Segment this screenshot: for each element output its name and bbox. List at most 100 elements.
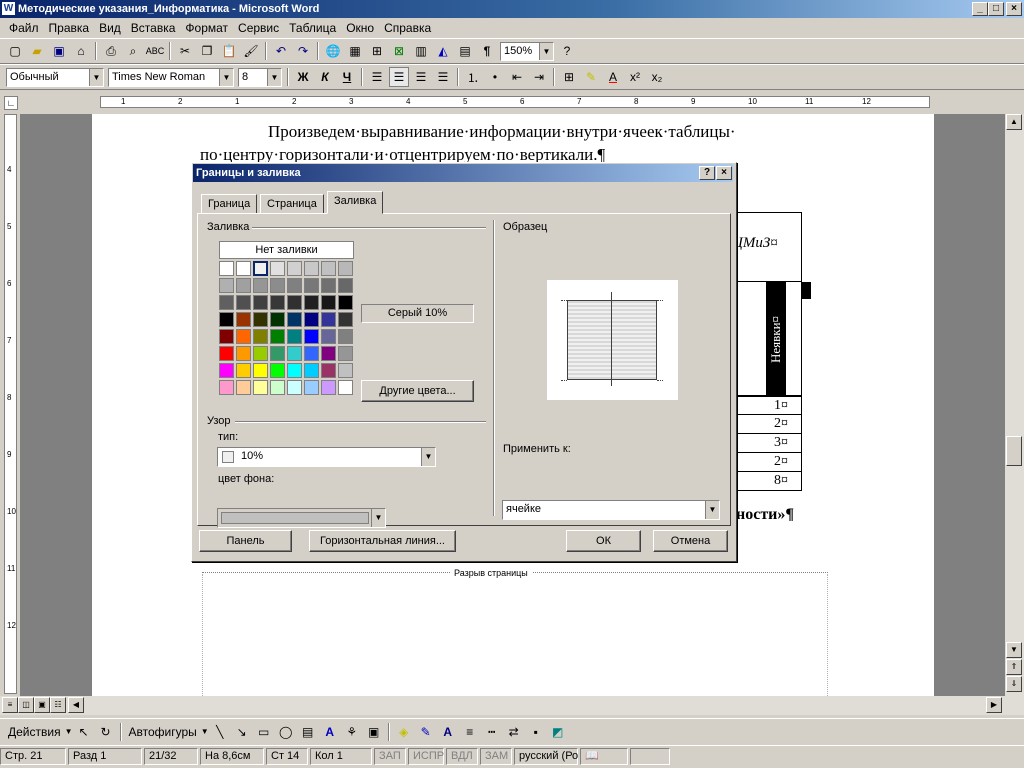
no-fill-button[interactable]: Нет заливки [219, 241, 354, 259]
color-swatch[interactable] [287, 380, 302, 395]
menu-item[interactable]: Справка [379, 21, 436, 35]
status-ext[interactable]: ВДЛ [446, 748, 478, 765]
color-swatch[interactable] [219, 363, 234, 378]
color-swatch[interactable] [287, 261, 302, 276]
color-swatch[interactable] [338, 329, 353, 344]
color-swatch[interactable] [236, 261, 251, 276]
status-trk[interactable]: ИСПР [408, 748, 444, 765]
rotate-icon[interactable]: ↻ [96, 722, 116, 742]
color-swatch[interactable] [236, 363, 251, 378]
color-swatch[interactable] [219, 346, 234, 361]
horizontal-line-button[interactable]: Горизонтальная линия... [309, 530, 456, 552]
textbox-icon[interactable]: ▤ [298, 722, 318, 742]
scroll-left-icon[interactable]: ◀ [68, 697, 84, 713]
color-swatch[interactable] [219, 380, 234, 395]
scroll-down-icon[interactable]: ▼ [1006, 642, 1022, 658]
color-swatch[interactable] [321, 363, 336, 378]
rectangle-icon[interactable]: ▭ [254, 722, 274, 742]
arrow-style-icon[interactable]: ⇄ [504, 722, 524, 742]
color-swatch[interactable] [321, 295, 336, 310]
color-swatch[interactable] [287, 363, 302, 378]
table-vertical-cell[interactable]: Неявки¤ [736, 282, 802, 396]
color-swatch[interactable] [338, 278, 353, 293]
color-swatch[interactable] [236, 312, 251, 327]
color-swatch[interactable] [236, 380, 251, 395]
color-swatch[interactable] [321, 329, 336, 344]
scroll-right-icon[interactable]: ▶ [986, 697, 1002, 713]
font-select[interactable]: Times New Roman ▼ [108, 67, 234, 87]
document-map-icon[interactable]: ▤ [455, 41, 475, 61]
scroll-thumb[interactable] [1006, 436, 1022, 466]
spelling-icon[interactable]: ABC [145, 41, 165, 61]
oval-icon[interactable]: ◯ [276, 722, 296, 742]
color-swatch[interactable] [287, 295, 302, 310]
select-pointer-icon[interactable]: ↖ [74, 722, 94, 742]
table-cell[interactable]: 2¤ [736, 453, 802, 472]
color-swatch[interactable] [253, 312, 268, 327]
color-swatch[interactable] [253, 295, 268, 310]
help-icon[interactable]: ? [557, 41, 577, 61]
hyperlink-icon[interactable]: 🌐 [323, 41, 343, 61]
color-swatch[interactable] [270, 329, 285, 344]
color-swatch[interactable] [270, 312, 285, 327]
close-button[interactable]: × [1006, 2, 1022, 16]
menu-item[interactable]: Правка [44, 21, 95, 35]
maximize-button[interactable]: □ [988, 2, 1004, 16]
bg-color-select[interactable]: ▼ [217, 508, 386, 528]
vertical-scrollbar[interactable]: ▲ ▼ ⇑ ⇓ [1005, 114, 1024, 696]
superscript-icon[interactable]: x² [625, 67, 645, 87]
word-icon[interactable]: W [2, 2, 15, 15]
cancel-button[interactable]: Отмена [653, 530, 728, 552]
table-cell[interactable]: 3¤ [736, 434, 802, 453]
ok-button[interactable]: ОК [566, 530, 641, 552]
subscript-icon[interactable]: x₂ [647, 67, 667, 87]
3d-icon[interactable]: ◩ [548, 722, 568, 742]
clipart-icon[interactable]: ⚘ [342, 722, 362, 742]
color-swatch[interactable] [321, 278, 336, 293]
color-swatch[interactable] [338, 312, 353, 327]
paste-icon[interactable]: 📋 [219, 41, 239, 61]
menu-item[interactable]: Окно [341, 21, 379, 35]
tab-selector-icon[interactable]: ∟ [4, 96, 18, 110]
align-center-icon[interactable]: ☰ [389, 67, 409, 87]
scroll-up-icon[interactable]: ▲ [1006, 114, 1022, 130]
chevron-down-icon[interactable]: ▼ [89, 68, 103, 86]
color-swatch[interactable] [287, 278, 302, 293]
color-swatch[interactable] [321, 261, 336, 276]
align-right-icon[interactable]: ☰ [411, 67, 431, 87]
chevron-down-icon[interactable]: ▼ [65, 727, 73, 736]
color-swatch[interactable] [338, 346, 353, 361]
open-folder-icon[interactable]: ▰ [27, 41, 47, 61]
italic-button[interactable]: К [315, 67, 335, 87]
horizontal-ruler[interactable]: 1 2 1 2 3 4 5 6 7 8 9 10 11 12 [100, 96, 930, 108]
save-icon[interactable]: ▣ [49, 41, 69, 61]
align-left-icon[interactable]: ☰ [367, 67, 387, 87]
columns-icon[interactable]: ▥ [411, 41, 431, 61]
table-cell[interactable]: 2¤ [736, 415, 802, 434]
undo-icon[interactable]: ↶ [271, 41, 291, 61]
table-header-cell[interactable]: ЦМиЗ¤ [732, 212, 802, 282]
table-cell[interactable]: 1¤ [736, 396, 802, 415]
autoshapes-menu[interactable]: Автофигуры [125, 725, 201, 739]
dialog-close-icon[interactable]: × [716, 166, 732, 180]
color-swatch[interactable] [253, 329, 268, 344]
highlight-icon[interactable]: ✎ [581, 67, 601, 87]
zoom-select[interactable]: 150% ▼ [500, 41, 554, 61]
font-color-icon[interactable]: A [438, 722, 458, 742]
color-swatch[interactable] [236, 329, 251, 344]
show-hide-icon[interactable]: ¶ [477, 41, 497, 61]
dialog-help-icon[interactable]: ? [699, 166, 715, 180]
minimize-button[interactable]: _ [972, 2, 988, 16]
fill-color-icon[interactable]: ◈ [394, 722, 414, 742]
color-swatch[interactable] [304, 295, 319, 310]
color-swatch[interactable] [236, 346, 251, 361]
copy-icon[interactable]: ❐ [197, 41, 217, 61]
color-swatch[interactable] [304, 329, 319, 344]
color-swatch[interactable] [270, 346, 285, 361]
new-doc-icon[interactable]: ▢ [5, 41, 25, 61]
color-swatch[interactable] [304, 312, 319, 327]
color-swatch[interactable] [287, 312, 302, 327]
decrease-indent-icon[interactable]: ⇤ [507, 67, 527, 87]
color-swatch[interactable] [321, 346, 336, 361]
menu-item[interactable]: Вид [94, 21, 126, 35]
